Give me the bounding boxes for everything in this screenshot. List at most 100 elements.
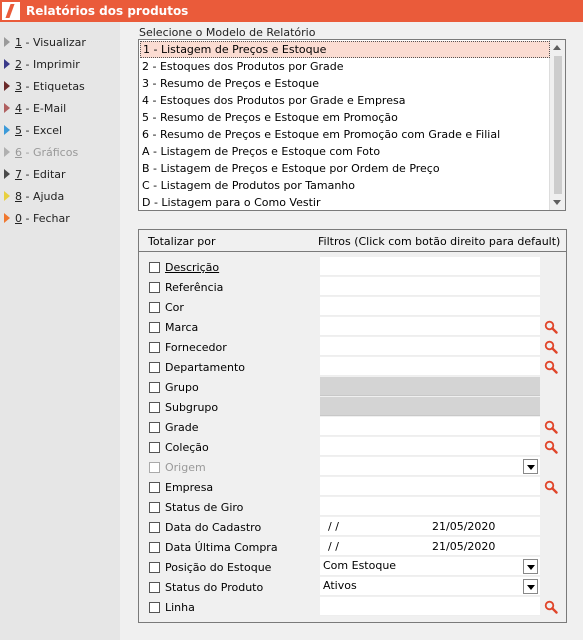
- magnifier-icon[interactable]: [544, 480, 558, 494]
- checkbox-descricao[interactable]: Descrição: [149, 260, 219, 276]
- checkbox-box[interactable]: [149, 321, 160, 333]
- checkbox-box[interactable]: [149, 561, 160, 573]
- report-model-option[interactable]: 2 - Estoques dos Produtos por Grade: [140, 58, 550, 75]
- filter-field-descricao[interactable]: [320, 257, 540, 276]
- report-model-option[interactable]: C - Listagem de Produtos por Tamanho: [140, 177, 550, 194]
- shortcut-key: 5: [15, 124, 22, 137]
- scroll-down-icon[interactable]: [553, 200, 561, 205]
- sidebar-item-2[interactable]: 3 - Etiquetas: [4, 78, 85, 96]
- checkbox-box[interactable]: [149, 281, 160, 293]
- sidebar-item-4[interactable]: 5 - Excel: [4, 122, 62, 140]
- checkbox-referencia[interactable]: Referência: [149, 280, 223, 296]
- filter-field-origem[interactable]: [320, 457, 540, 476]
- checkbox-fornecedor[interactable]: Fornecedor: [149, 340, 227, 356]
- magnifier-icon[interactable]: [544, 440, 558, 454]
- filter-field-colecao[interactable]: [320, 437, 540, 456]
- magnifier-icon[interactable]: [544, 320, 558, 334]
- checkbox-colecao[interactable]: Coleção: [149, 440, 209, 456]
- checkbox-box[interactable]: [149, 521, 160, 533]
- filter-field-grade[interactable]: [320, 417, 540, 436]
- dropdown-arrow-icon: [523, 459, 538, 474]
- filter-field-referencia[interactable]: [320, 277, 540, 296]
- checkbox-grade[interactable]: Grade: [149, 420, 199, 436]
- checkbox-box[interactable]: [149, 541, 160, 553]
- report-model-option[interactable]: 4 - Estoques dos Produtos por Grade e Em…: [140, 92, 550, 109]
- filter-field-cor[interactable]: [320, 297, 540, 316]
- header-divider: [139, 251, 566, 252]
- filter-field-status-do-produto[interactable]: Ativos: [320, 577, 540, 596]
- checkbox-label: Data Última Compra: [165, 541, 278, 554]
- checkbox-status-de-giro[interactable]: Status de Giro: [149, 500, 243, 516]
- dropdown-arrow-icon[interactable]: [523, 559, 538, 574]
- checkbox-box[interactable]: [149, 341, 160, 353]
- checkbox-box[interactable]: [149, 421, 160, 433]
- sidebar-item-8[interactable]: 0 - Fechar: [4, 210, 70, 228]
- dropdown-arrow-icon[interactable]: [523, 579, 538, 594]
- filter-field-empresa[interactable]: [320, 477, 540, 496]
- sidebar-item-1[interactable]: 2 - Imprimir: [4, 56, 80, 74]
- checkbox-box[interactable]: [149, 601, 160, 613]
- sidebar-item-label: - Editar: [22, 168, 66, 181]
- checkbox-posicao-do-estoque[interactable]: Posição do Estoque: [149, 560, 271, 576]
- report-model-option[interactable]: 6 - Resumo de Preços e Estoque em Promoç…: [140, 126, 550, 143]
- checkbox-empresa[interactable]: Empresa: [149, 480, 213, 496]
- checkbox-box[interactable]: [149, 441, 160, 453]
- magnifier-icon[interactable]: [544, 420, 558, 434]
- sidebar-item-label: - Excel: [22, 124, 63, 137]
- magnifier-icon[interactable]: [544, 600, 558, 614]
- checkbox-box[interactable]: [149, 301, 160, 313]
- app-logo-icon: [2, 2, 20, 20]
- sidebar: 1 - Visualizar 2 - Imprimir 3 - Etiquetas 4…: [0, 22, 120, 640]
- magnifier-icon[interactable]: [544, 360, 558, 374]
- checkbox-box[interactable]: [149, 501, 160, 513]
- report-model-option[interactable]: A - Listagem de Preços e Estoque com Fot…: [140, 143, 550, 160]
- checkbox-label: Status de Giro: [165, 501, 244, 514]
- date-from-field[interactable]: / /: [328, 520, 339, 533]
- checkbox-subgrupo[interactable]: Subgrupo: [149, 400, 218, 416]
- checkbox-box[interactable]: [149, 361, 160, 373]
- report-model-option[interactable]: B - Listagem de Preços e Estoque por Ord…: [140, 160, 550, 177]
- sidebar-item-6[interactable]: 7 - Editar: [4, 166, 66, 184]
- checkbox-grupo[interactable]: Grupo: [149, 380, 199, 396]
- date-to-field[interactable]: 21/05/2020: [432, 520, 495, 533]
- checkbox-data-ultima-compra[interactable]: Data Última Compra: [149, 540, 278, 556]
- filter-field-data-do-cadastro[interactable]: / / 21/05/2020: [320, 517, 540, 536]
- listbox-scrollbar[interactable]: [549, 40, 565, 210]
- filter-field-departamento[interactable]: [320, 357, 540, 376]
- scroll-up-icon[interactable]: [553, 45, 561, 50]
- filter-field-marca[interactable]: [320, 317, 540, 336]
- report-model-option[interactable]: D - Listagem para o Como Vestir: [140, 194, 550, 211]
- sidebar-item-label: - Ajuda: [22, 190, 65, 203]
- checkbox-box[interactable]: [149, 481, 160, 493]
- checkbox-cor[interactable]: Cor: [149, 300, 184, 316]
- scroll-thumb[interactable]: [554, 56, 562, 194]
- checkbox-box[interactable]: [149, 381, 160, 393]
- magnifier-icon[interactable]: [544, 340, 558, 354]
- checkbox-label: Grupo: [165, 381, 199, 394]
- date-to-field[interactable]: 21/05/2020: [432, 540, 495, 553]
- filter-field-linha[interactable]: [320, 597, 540, 616]
- checkbox-label: Coleção: [165, 441, 209, 454]
- checkbox-box[interactable]: [149, 581, 160, 593]
- checkbox-status-do-produto[interactable]: Status do Produto: [149, 580, 263, 596]
- report-model-option[interactable]: 5 - Resumo de Preços e Estoque em Promoç…: [140, 109, 550, 126]
- filter-field-fornecedor[interactable]: [320, 337, 540, 356]
- date-from-field[interactable]: / /: [328, 540, 339, 553]
- checkbox-marca[interactable]: Marca: [149, 320, 198, 336]
- filter-field-status-de-giro[interactable]: [320, 497, 540, 516]
- filter-field-posicao-do-estoque[interactable]: Com Estoque: [320, 557, 540, 576]
- triangle-icon: [4, 169, 10, 179]
- checkbox-box[interactable]: [149, 261, 160, 273]
- report-model-option[interactable]: 1 - Listagem de Preços e Estoque: [140, 41, 550, 58]
- sidebar-item-7[interactable]: 8 - Ajuda: [4, 188, 64, 206]
- sidebar-item-3[interactable]: 4 - E-Mail: [4, 100, 66, 118]
- checkbox-linha[interactable]: Linha: [149, 600, 195, 616]
- checkbox-box[interactable]: [149, 401, 160, 413]
- checkbox-data-do-cadastro[interactable]: Data do Cadastro: [149, 520, 261, 536]
- report-model-listbox[interactable]: 1 - Listagem de Preços e Estoque 2 - Esto…: [138, 39, 566, 211]
- report-model-option[interactable]: 3 - Resumo de Preços e Estoque: [140, 75, 550, 92]
- filter-field-data-ultima-compra[interactable]: / / 21/05/2020: [320, 537, 540, 556]
- sidebar-item-0[interactable]: 1 - Visualizar: [4, 34, 86, 52]
- checkbox-label: Status do Produto: [165, 581, 264, 594]
- checkbox-departamento[interactable]: Departamento: [149, 360, 245, 376]
